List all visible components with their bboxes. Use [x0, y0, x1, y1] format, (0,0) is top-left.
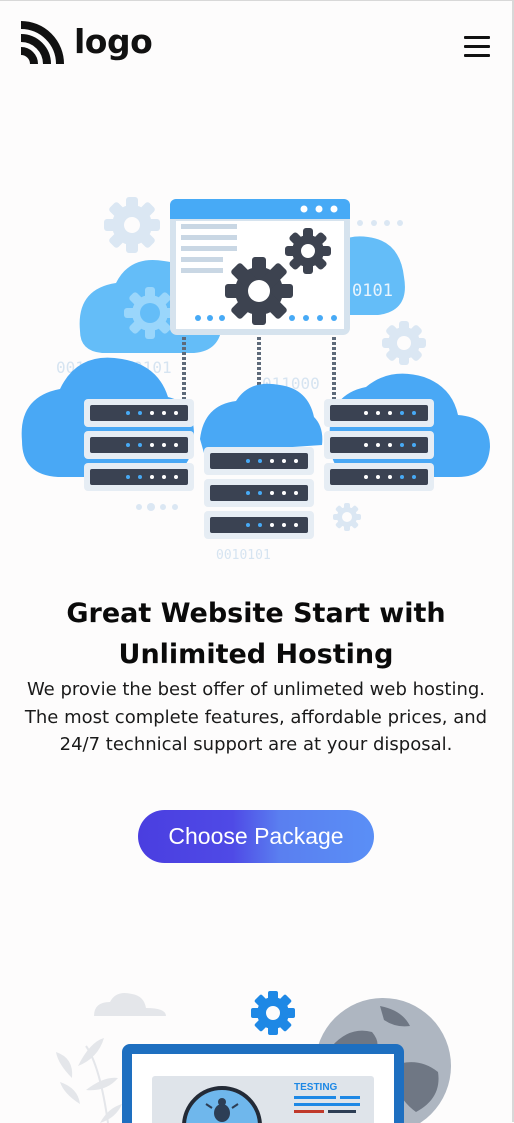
- hero-title-line-1: Great Website Start with: [66, 598, 446, 629]
- server-settings-gear-icon: [285, 228, 331, 274]
- svg-text:0010101: 0010101: [216, 548, 271, 563]
- logo-text: logo: [74, 21, 153, 61]
- server-settings-gear-icon: [225, 257, 293, 325]
- testing-illustration: TESTING: [56, 991, 451, 1123]
- server-rack-right: [324, 399, 434, 491]
- site-header: logo: [0, 1, 512, 91]
- svg-text:0101: 0101: [352, 281, 393, 301]
- decorative-gear-icon: [104, 197, 160, 253]
- server-rack-middle: [204, 447, 314, 539]
- gear-icon: [251, 991, 295, 1035]
- hero-description: We provie the best offer of unlimeted we…: [24, 679, 488, 755]
- hamburger-menu-icon[interactable]: [462, 34, 492, 60]
- hero-title-line-2: Unlimited Hosting: [118, 639, 394, 670]
- server-rack-left: [84, 399, 194, 491]
- plant-icon: [56, 1038, 122, 1123]
- decorative-gear-icon: [333, 503, 361, 531]
- cloud-gear-icon: [124, 287, 176, 339]
- logo-icon: [20, 21, 64, 65]
- testing-label: TESTING: [294, 1082, 338, 1093]
- cloud-hosting-illustration: 0101 001011000101 011000 0010101: [21, 197, 490, 563]
- choose-package-button[interactable]: Choose Package: [138, 810, 374, 863]
- decorative-gear-icon: [382, 321, 426, 365]
- hero-title: Great Website Start with Unlimited Hosti…: [0, 593, 512, 675]
- logo-link[interactable]: logo: [18, 21, 153, 67]
